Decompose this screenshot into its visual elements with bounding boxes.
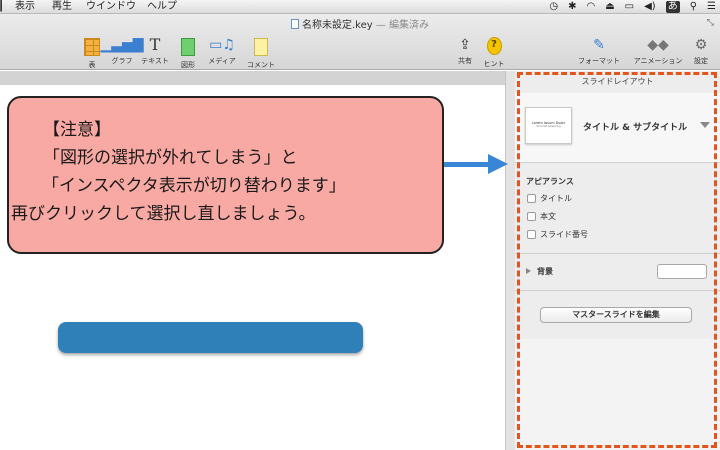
chevron-down-icon[interactable] bbox=[700, 122, 710, 128]
shape-icon bbox=[181, 38, 195, 56]
spotlight-icon[interactable]: ⚲ bbox=[690, 0, 697, 14]
menu-window[interactable]: ウインドウ bbox=[86, 0, 136, 14]
layout-thumbnail[interactable]: Lorem Ipsum Dolor Sit Amet Adipiscing bbox=[525, 107, 572, 144]
inspector-panel: スライドレイアウト Lorem Ipsum Dolor Sit Amet Adi… bbox=[515, 71, 720, 450]
animation-label: アニメーション bbox=[633, 57, 683, 65]
status-area: ◷ ✱ ◠ ⏏ ▭ ◀) あ ⚲ ☰ bbox=[549, 0, 716, 14]
checkbox-title[interactable] bbox=[527, 194, 536, 203]
bluetooth-icon[interactable]: ✱ bbox=[568, 0, 576, 14]
menu-fragment: ┃ bbox=[0, 1, 5, 12]
media-button[interactable]: ▭♫ メディア bbox=[200, 36, 244, 66]
checkbox-title-row[interactable]: タイトル bbox=[527, 193, 572, 204]
input-method-icon[interactable]: あ bbox=[665, 1, 680, 13]
window-toolbar: 名称未設定.key — 編集済み ⤡ 表 ▁▃▅▇ グラフ T テキスト 図形 … bbox=[0, 14, 720, 70]
background-color-well[interactable] bbox=[657, 264, 707, 279]
checkbox-body-row[interactable]: 本文 bbox=[527, 211, 556, 222]
checkbox-slide-number-row[interactable]: スライド番号 bbox=[527, 229, 588, 240]
paintbrush-icon: ✎ bbox=[593, 37, 605, 53]
disclosure-triangle-icon[interactable] bbox=[526, 268, 531, 274]
inspector-empty-area bbox=[515, 339, 720, 450]
animation-icon: ◆◆ bbox=[647, 37, 669, 53]
checkbox-title-label: タイトル bbox=[540, 194, 572, 203]
warning-callout: 【注意】 「図形の選択が外れてしまう」と 「インスペクタ表示が切り替わります」 … bbox=[7, 96, 444, 254]
table-icon bbox=[84, 38, 100, 56]
background-label: 背景 bbox=[537, 267, 553, 276]
section-divider bbox=[515, 290, 720, 291]
window-title: 名称未設定.key — 編集済み bbox=[0, 16, 720, 31]
share-label: 共有 bbox=[458, 57, 472, 65]
menu-bar: ┃ 表示 再生 ウインドウ ヘルプ ◷ ✱ ◠ ⏏ ▭ ◀) あ ⚲ ☰ bbox=[0, 0, 720, 14]
document-name: 名称未設定.key bbox=[301, 20, 373, 31]
thumb-subtitle: Sit Amet Adipiscing bbox=[536, 125, 561, 128]
slide-area-top-strip bbox=[0, 71, 505, 85]
comment-label: コメント bbox=[247, 61, 275, 69]
wifi-icon[interactable]: ◠ bbox=[586, 0, 595, 14]
arrow-icon-shaft bbox=[444, 162, 492, 167]
settings-label: 設定 bbox=[694, 57, 708, 65]
checkbox-slide-number[interactable] bbox=[527, 230, 536, 239]
document-icon bbox=[290, 19, 299, 29]
blue-rounded-rectangle-shape[interactable] bbox=[58, 322, 363, 353]
menu-play[interactable]: 再生 bbox=[52, 0, 72, 14]
help-icon: ? bbox=[486, 37, 502, 55]
hint-label: ヒント bbox=[483, 60, 505, 68]
media-label: メディア bbox=[208, 57, 236, 65]
hint-button[interactable]: ? ヒント bbox=[472, 36, 516, 69]
comment-button[interactable]: コメント bbox=[239, 36, 283, 70]
menu-view[interactable]: 表示 bbox=[15, 0, 35, 14]
notification-list-icon[interactable]: ☰ bbox=[707, 0, 716, 14]
table-label: 表 bbox=[88, 61, 96, 69]
edit-master-slide-button[interactable]: マスタースライドを編集 bbox=[540, 307, 692, 323]
inspector-title: スライドレイアウト bbox=[581, 77, 654, 86]
format-label: フォーマット bbox=[578, 57, 620, 65]
slide-layout-selector[interactable]: Lorem Ipsum Dolor Sit Amet Adipiscing タイ… bbox=[515, 93, 720, 163]
volume-icon[interactable]: ◀) bbox=[644, 0, 656, 14]
checkbox-body[interactable] bbox=[527, 212, 536, 221]
callout-line-1: 【注意】 bbox=[43, 120, 111, 140]
media-icon: ▭♫ bbox=[209, 37, 235, 53]
animation-button[interactable]: ◆◆ アニメーション bbox=[630, 36, 686, 66]
menu-help[interactable]: ヘルプ bbox=[147, 0, 177, 14]
gear-icon: ⚙ bbox=[694, 37, 708, 53]
eject-icon[interactable]: ⏏ bbox=[605, 0, 614, 14]
callout-line-2: 「図形の選択が外れてしまう」と bbox=[43, 148, 298, 168]
settings-button[interactable]: ⚙ 設定 bbox=[684, 36, 718, 66]
layout-name: タイトル & サブタイトル bbox=[583, 123, 688, 133]
checkbox-slide-number-label: スライド番号 bbox=[540, 230, 588, 239]
canvas-scrollbar[interactable] bbox=[505, 71, 515, 450]
format-button[interactable]: ✎ フォーマット bbox=[575, 36, 623, 66]
callout-line-4: 再びクリックして選択し直しましょう。 bbox=[11, 204, 316, 224]
comment-icon bbox=[254, 38, 268, 56]
checkbox-body-label: 本文 bbox=[540, 212, 556, 221]
chart-label: グラフ bbox=[111, 57, 133, 65]
arrow-icon bbox=[488, 154, 508, 174]
appearance-header: アピアランス bbox=[526, 177, 574, 186]
document-status: — 編集済み bbox=[372, 20, 430, 31]
battery-icon[interactable]: ▭ bbox=[625, 0, 634, 14]
text-label: テキスト bbox=[141, 57, 169, 65]
fullscreen-icon[interactable]: ⤡ bbox=[707, 18, 714, 28]
callout-line-3: 「インスペクタ表示が切り替わります」 bbox=[42, 176, 346, 196]
section-divider bbox=[515, 253, 720, 254]
time-machine-icon[interactable]: ◷ bbox=[549, 0, 558, 14]
shape-label: 図形 bbox=[181, 61, 195, 69]
